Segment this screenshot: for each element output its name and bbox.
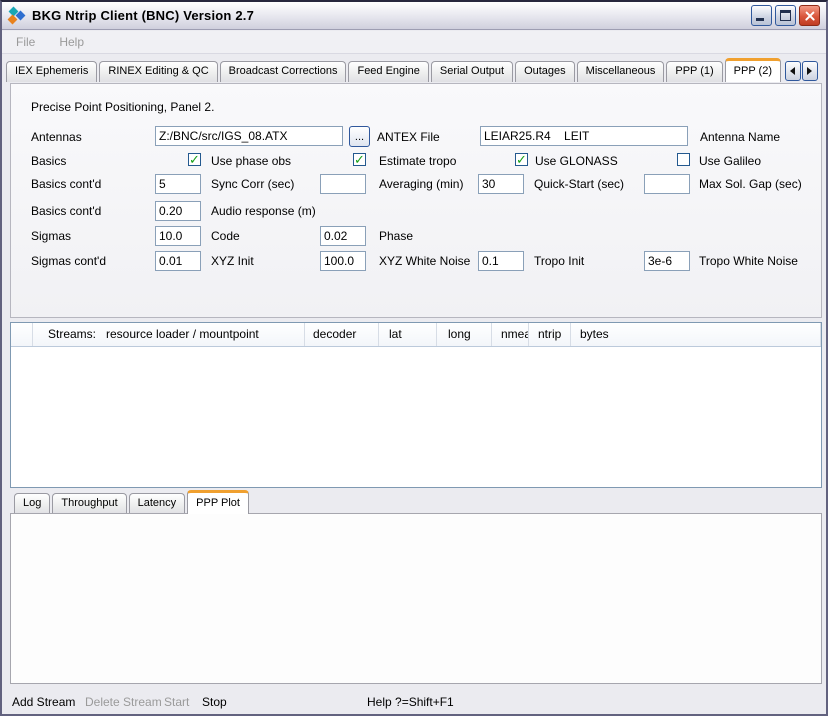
header-col-1: Streams: resource loader / mountpoint [33,323,305,346]
maximize-icon [780,10,791,21]
tab-ppp-1[interactable]: PPP (1) [666,61,722,82]
plot-tab-throughput[interactable]: Throughput [52,493,126,514]
use-galileo-checkbox[interactable] [677,153,690,166]
minimize-icon [756,18,764,21]
panel-title: Precise Point Positioning, Panel 2. [31,100,214,115]
use-phase-obs-label: Use phase obs [211,154,291,169]
antenna-name-input[interactable] [480,126,688,146]
xyz-init-input[interactable] [155,251,201,271]
title-bar[interactable]: BKG Ntrip Client (BNC) Version 2.7 [2,2,826,30]
audio-response-input[interactable] [155,201,201,221]
max-sol-gap-label: Max Sol. Gap (sec) [699,177,802,192]
tab-rinex-editing-qc[interactable]: RINEX Editing & QC [99,61,217,82]
sync-corr-label: Sync Corr (sec) [211,177,294,192]
menu-help[interactable]: Help [55,33,88,51]
use-galileo-label: Use Galileo [699,154,761,169]
use-glonass-checkbox[interactable]: ✓ [515,153,528,166]
tropo-init-input[interactable] [478,251,524,271]
sigma-code-input[interactable] [155,226,201,246]
header-col-5: nmea [492,323,529,346]
basics-contd-label: Basics cont'd [31,177,101,192]
tropo-white-noise-input[interactable] [644,251,690,271]
plot-tab-ppp-plot[interactable]: PPP Plot [187,490,249,514]
tab-feed-engine[interactable]: Feed Engine [348,61,428,82]
tab-miscellaneous[interactable]: Miscellaneous [577,61,665,82]
browse-antex-button[interactable]: ... [349,126,370,147]
close-button[interactable] [799,5,820,26]
estimate-tropo-checkbox[interactable]: ✓ [353,153,366,166]
antennas-label: Antennas [31,130,82,145]
header-col-4: long [437,323,492,346]
estimate-tropo-label: Estimate tropo [379,154,456,169]
stop-button[interactable]: Stop [202,695,227,709]
header-col-0 [11,323,33,346]
antex-path-input[interactable] [155,126,343,146]
start-button[interactable]: Start [164,695,189,709]
left-arrow-icon [790,67,795,75]
delete-stream-button[interactable]: Delete Stream [85,695,162,709]
tab-scroll-left-button[interactable] [785,61,801,81]
window-title: BKG Ntrip Client (BNC) Version 2.7 [32,8,751,23]
app-window: BKG Ntrip Client (BNC) Version 2.7 File … [0,0,828,716]
sigmas-label: Sigmas [31,229,71,244]
sigma-phase-label: Phase [379,229,413,244]
quick-start-label: Quick-Start (sec) [534,177,624,192]
sigma-code-label: Code [211,229,240,244]
xyz-white-noise-input[interactable] [320,251,366,271]
sync-corr-input[interactable] [155,174,201,194]
plot-tab-log[interactable]: Log [14,493,50,514]
plot-tab-latency[interactable]: Latency [129,493,186,514]
plot-tab-bar: LogThroughputLatencyPPP Plot [14,490,824,514]
max-sol-gap-input[interactable] [644,174,690,194]
right-arrow-icon [807,67,812,75]
app-icon [8,8,26,24]
xyz-white-noise-label: XYZ White Noise [379,254,470,269]
antenna-name-label: Antenna Name [700,130,780,145]
tab-outages[interactable]: Outages [515,61,575,82]
averaging-input[interactable] [320,174,366,194]
header-col-7: bytes [571,323,821,346]
menu-file[interactable]: File [12,33,39,51]
use-glonass-label: Use GLONASS [535,154,618,169]
basics-contd2-label: Basics cont'd [31,204,101,219]
tropo-white-noise-label: Tropo White Noise [699,254,798,269]
basics-label: Basics [31,154,66,169]
header-col-2: decoder [305,323,379,346]
tab-serial-output[interactable]: Serial Output [431,61,513,82]
streams-table: Streams: resource loader / mountpointdec… [10,322,822,488]
use-phase-obs-checkbox[interactable]: ✓ [188,153,201,166]
menu-bar: File Help [2,31,826,54]
antex-file-label: ANTEX File [377,130,440,145]
streams-header: Streams: resource loader / mountpointdec… [11,323,821,347]
sigmas-contd-label: Sigmas cont'd [31,254,106,269]
footer-bar: Add Stream Delete Stream Start Stop Help… [2,686,826,714]
sigma-phase-input[interactable] [320,226,366,246]
ppp2-panel: Precise Point Positioning, Panel 2. Ante… [10,83,822,318]
xyz-init-label: XYZ Init [211,254,254,269]
quick-start-input[interactable] [478,174,524,194]
help-shortcut-label: Help ?=Shift+F1 [367,695,454,709]
ppp-plot-chart [11,514,821,683]
tropo-init-label: Tropo Init [534,254,584,269]
ppp-plot-pane [10,513,822,684]
add-stream-button[interactable]: Add Stream [12,695,75,709]
tab-scroll-right-button[interactable] [802,61,818,81]
maximize-button[interactable] [775,5,796,26]
tab-ppp-2[interactable]: PPP (2) [725,58,781,82]
tab-iex-ephemeris[interactable]: IEX Ephemeris [6,61,97,82]
main-tab-bar: IEX EphemerisRINEX Editing & QCBroadcast… [6,59,826,82]
averaging-label: Averaging (min) [379,177,463,192]
header-col-3: lat [379,323,437,346]
tab-broadcast-corrections[interactable]: Broadcast Corrections [220,61,347,82]
header-col-6: ntrip [529,323,571,346]
audio-response-label: Audio response (m) [211,204,316,219]
minimize-button[interactable] [751,5,772,26]
